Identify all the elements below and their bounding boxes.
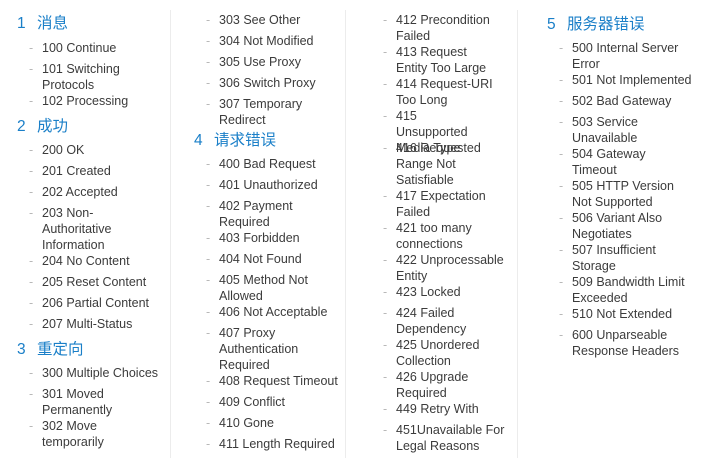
status-item: 509 Bandwidth Limit Exceeded xyxy=(559,274,687,306)
status-item: 421 too many connections xyxy=(383,220,476,252)
status-item: 449 Retry With xyxy=(383,401,528,417)
status-item: 101 Switching Protocols xyxy=(29,61,137,93)
status-item: 426 Upgrade Required xyxy=(383,369,471,401)
status-item: 411 Length Required xyxy=(206,436,351,452)
status-item: 206 Partial Content xyxy=(29,295,174,311)
status-item: 401 Unauthorized xyxy=(206,177,351,193)
section-heading-1: 1 消息 xyxy=(17,14,68,34)
status-item: 404 Not Found xyxy=(206,251,351,267)
status-item: 417 Expectation Failed xyxy=(383,188,491,220)
status-item: 423 Locked xyxy=(383,284,528,300)
status-item: 302 Move temporarily xyxy=(29,418,127,450)
status-item: 406 Not Acceptable xyxy=(206,304,351,320)
status-item: 200 OK xyxy=(29,142,174,158)
status-item: 400 Bad Request xyxy=(206,156,351,172)
status-item: 410 Gone xyxy=(206,415,351,431)
section-heading-3: 3 重定向 xyxy=(17,340,84,360)
status-item: 414 Request-URI Too Long xyxy=(383,76,496,108)
status-item: 100 Continue xyxy=(29,40,174,56)
status-item: 303 See Other xyxy=(206,12,351,28)
section-number: 3 xyxy=(17,341,26,358)
status-item: 407 Proxy Authentication Required xyxy=(206,325,309,373)
section-title: 重定向 xyxy=(37,341,84,358)
section-number: 2 xyxy=(17,118,26,135)
status-item: 207 Multi-Status xyxy=(29,316,174,332)
section-heading-5: 5 服务器错误 xyxy=(547,15,645,35)
status-item: 600 Unparseable Response Headers xyxy=(559,327,682,359)
status-item: 500 Internal Server Error xyxy=(559,40,682,72)
status-item: 304 Not Modified xyxy=(206,33,351,49)
status-item: 408 Request Timeout xyxy=(206,373,351,389)
status-item: 505 HTTP Version Not Supported xyxy=(559,178,682,210)
status-item: 205 Reset Content xyxy=(29,274,174,290)
status-item: 507 Insufficient Storage xyxy=(559,242,662,274)
status-item: 301 Moved Permanently xyxy=(29,386,127,418)
status-item: 502 Bad Gateway xyxy=(559,93,704,109)
section-title: 服务器错误 xyxy=(567,16,645,33)
status-item: 300 Multiple Choices xyxy=(29,365,174,381)
status-item: 413 Request Entity Too Large xyxy=(383,44,501,76)
status-item: 501 Not Implemented xyxy=(559,72,704,88)
status-item: 451Unavailable For Legal Reasons xyxy=(383,422,506,454)
status-item: 416 Requested Range Not Satisfiable xyxy=(383,140,486,188)
status-item: 409 Conflict xyxy=(206,394,351,410)
section-title: 请求错误 xyxy=(214,132,277,149)
status-item: 504 Gateway Timeout xyxy=(559,146,652,178)
section-title: 消息 xyxy=(37,15,69,32)
column-divider-3 xyxy=(517,10,518,458)
column-divider-1 xyxy=(170,10,171,458)
status-item: 202 Accepted xyxy=(29,184,174,200)
status-item: 306 Switch Proxy xyxy=(206,75,351,91)
section-number: 5 xyxy=(547,16,556,33)
status-item: 403 Forbidden xyxy=(206,230,351,246)
status-item: 402 Payment Required xyxy=(206,198,304,230)
section-heading-4: 4 请求错误 xyxy=(194,131,276,151)
status-item: 307 Temporary Redirect xyxy=(206,96,309,128)
section-number: 4 xyxy=(194,132,203,149)
status-item: 412 Precondition Failed xyxy=(383,12,491,44)
status-item: 102 Processing xyxy=(29,93,174,109)
section-heading-2: 2 成功 xyxy=(17,117,68,137)
status-item: 422 Unprocessable Entity xyxy=(383,252,506,284)
status-item: 506 Variant Also Negotiates xyxy=(559,210,667,242)
status-item: 201 Created xyxy=(29,163,174,179)
status-item: 204 No Content xyxy=(29,253,174,269)
status-item: 424 Failed Dependency xyxy=(383,305,471,337)
status-item: 203 Non-Authoritative Information xyxy=(29,205,127,253)
section-number: 1 xyxy=(17,15,26,32)
status-item: 510 Not Extended xyxy=(559,306,704,322)
status-item: 503 Service Unavailable xyxy=(559,114,647,146)
status-item: 305 Use Proxy xyxy=(206,54,351,70)
status-item: 425 Unordered Collection xyxy=(383,337,486,369)
status-item: 405 Method Not Allowed xyxy=(206,272,314,304)
section-title: 成功 xyxy=(37,118,69,135)
